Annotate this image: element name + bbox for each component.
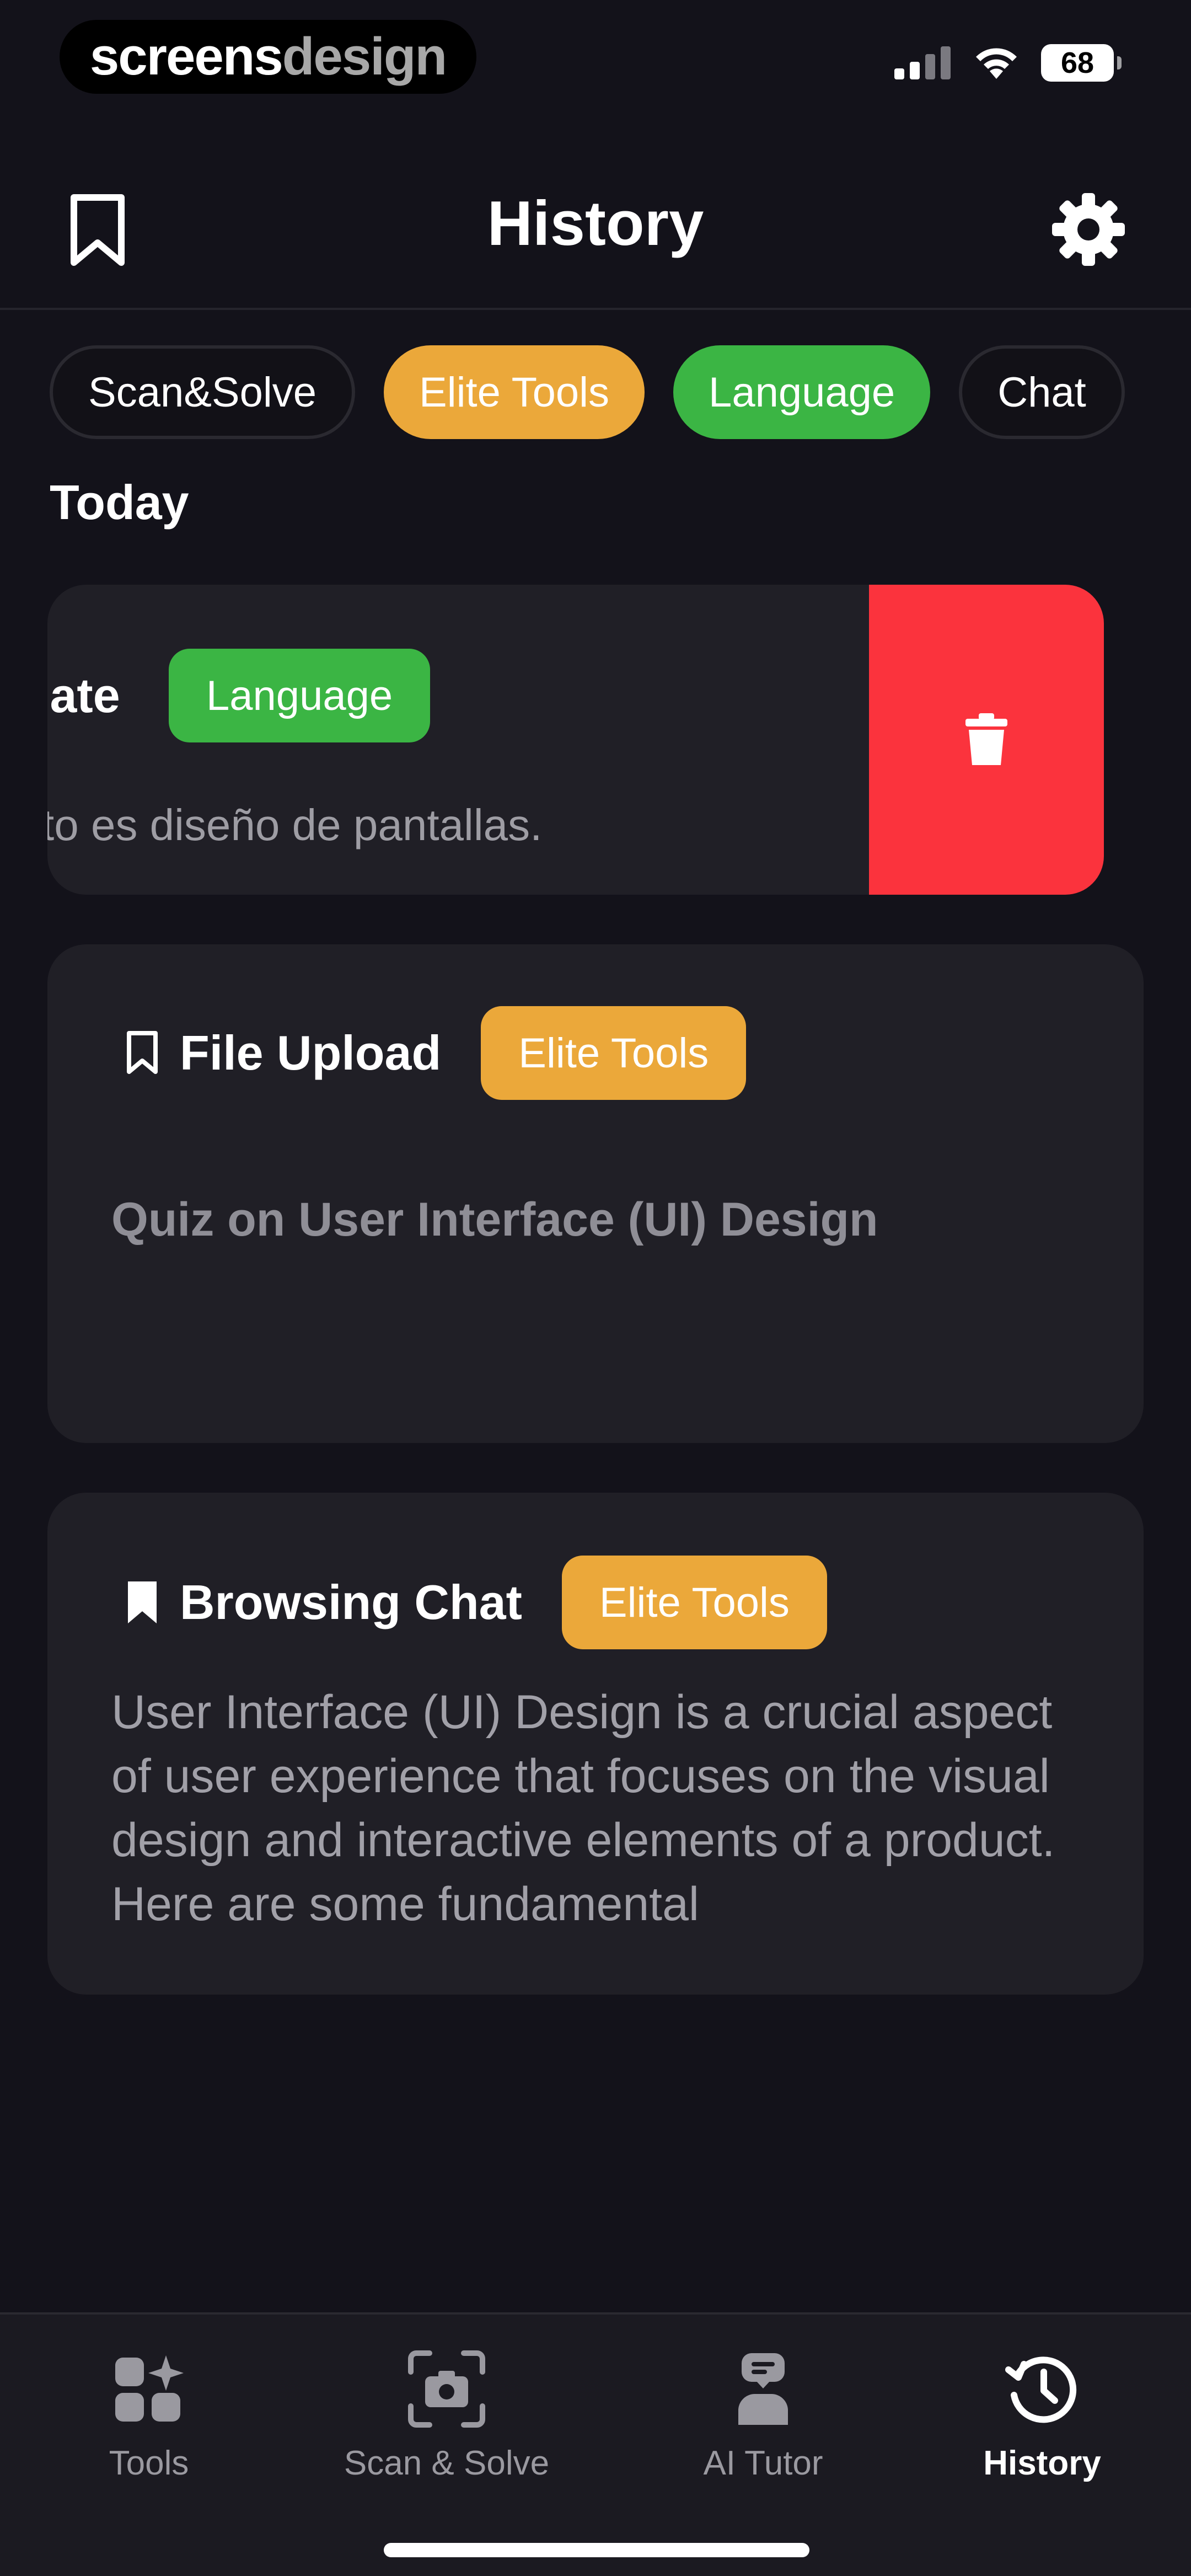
filter-chips: Scan&Solve Elite Tools Language Chat (50, 345, 1125, 439)
card-tag-elite-tools: Elite Tools (481, 1006, 747, 1100)
card-description: User Interface (UI) Design is a crucial … (111, 1686, 1055, 1931)
nav-item-tools[interactable]: Tools (39, 2348, 259, 2483)
filter-chip-scan-solve[interactable]: Scan&Solve (50, 345, 356, 439)
card-description: to es diseño de pantallas. (47, 800, 543, 849)
bookmark-filled-icon[interactable] (125, 1579, 160, 1626)
page-title: History (487, 189, 704, 259)
history-icon (1005, 2356, 1077, 2423)
wifi-icon (976, 48, 1017, 79)
nav-item-history[interactable]: History (932, 2348, 1152, 2483)
header: History (0, 165, 1191, 309)
brand-text-screens: screens (89, 27, 283, 86)
filter-chip-chat[interactable]: Chat (959, 345, 1125, 439)
nav-item-scan-solve[interactable]: Scan & Solve (336, 2348, 557, 2483)
card-title: Browsing Chat (180, 1575, 522, 1629)
card-tag-language: Language (169, 649, 431, 742)
filter-chip-elite-tools[interactable]: Elite Tools (384, 345, 645, 439)
tutor-icon (738, 2353, 788, 2425)
history-screen: screens design 68 History Scan&Solve Eli… (0, 0, 1191, 2576)
nav-label: Tools (109, 2444, 189, 2482)
battery-level: 68 (1060, 46, 1095, 79)
card-title: File Upload (180, 1025, 442, 1080)
battery-indicator: 68 (1041, 44, 1122, 82)
history-card-browsing-chat[interactable]: Browsing Chat Elite Tools User Interface… (47, 1493, 1144, 1995)
nav-label: History (983, 2444, 1101, 2482)
section-label-today: Today (50, 475, 189, 530)
camera-icon (408, 2350, 485, 2428)
delete-button[interactable] (869, 585, 1104, 895)
tools-icon (115, 2355, 184, 2422)
card-tag-elite-tools: Elite Tools (561, 1556, 827, 1649)
nav-item-ai-tutor[interactable]: AI Tutor (653, 2348, 873, 2483)
signal-icon (894, 46, 951, 79)
nav-label: AI Tutor (703, 2444, 823, 2482)
brand-pill: screens design (60, 20, 476, 94)
card-header: File Upload Elite Tools (125, 1006, 747, 1100)
filter-chip-language[interactable]: Language (673, 345, 931, 439)
swiped-card-content[interactable]: late Language to es diseño de pantallas. (47, 585, 875, 895)
header-divider (0, 308, 1191, 310)
nav-label: Scan & Solve (344, 2444, 550, 2482)
history-card-translate[interactable]: late Language to es diseño de pantallas. (47, 585, 1104, 895)
card-title: late (47, 668, 120, 723)
bottom-nav: Tools Scan & Solve AI Tutor History (0, 2312, 1191, 2576)
gear-icon[interactable] (1050, 191, 1127, 268)
history-card-file-upload[interactable]: File Upload Elite Tools Quiz on User Int… (47, 944, 1144, 1443)
trash-icon (965, 713, 1007, 765)
status-indicators: 68 (894, 44, 1122, 82)
home-indicator (384, 2543, 809, 2557)
brand-text-design: design (282, 27, 447, 86)
card-header: Browsing Chat Elite Tools (125, 1556, 827, 1649)
card-description: Quiz on User Interface (UI) Design (111, 1193, 878, 1246)
bookmark-outline-icon[interactable] (125, 1030, 160, 1076)
